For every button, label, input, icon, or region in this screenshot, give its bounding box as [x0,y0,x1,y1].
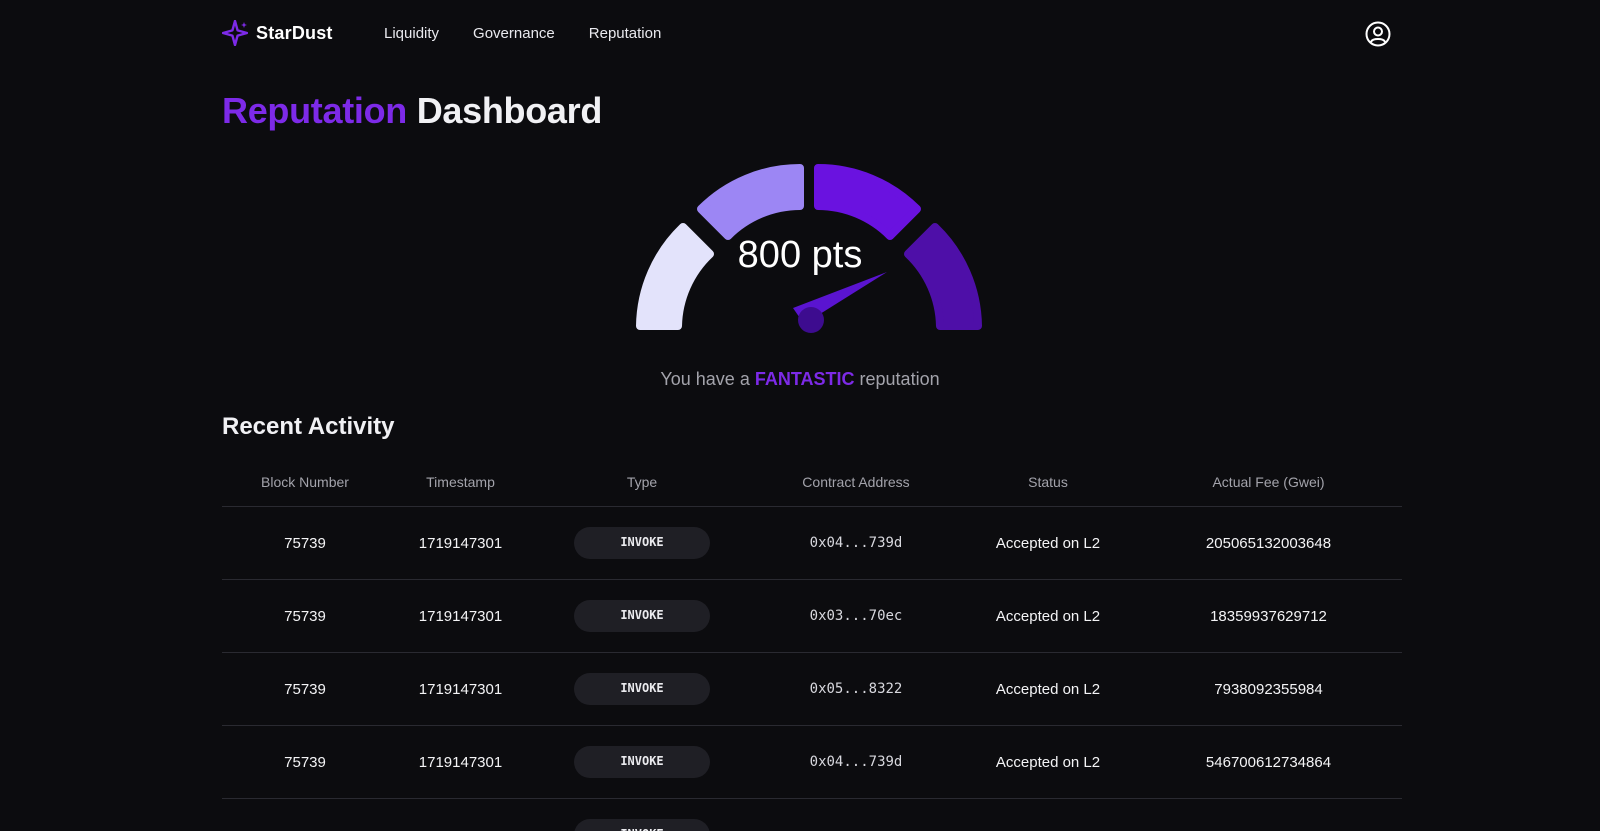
page-title-accent: Reputation [222,90,407,131]
cell-contract-address: 0x04...739d [809,754,903,770]
nav-link-liquidity[interactable]: Liquidity [384,25,439,42]
type-badge[interactable]: INVOKE [574,673,710,705]
caption-prefix: You have a [660,369,750,389]
nav-link-governance[interactable]: Governance [473,25,555,42]
cell-status: Accepted on L2 [995,753,1101,771]
cell-type: INVOKE [533,600,751,632]
column-header-contract-address: Contract Address [802,474,910,490]
caption-suffix: reputation [859,369,940,389]
cell-contract-address: 0x03...70ec [809,608,903,624]
cell-status: Accepted on L2 [995,534,1101,552]
cell-timestamp: 1719147301 [418,534,503,552]
cell-contract-address: 0x04...739d [809,535,903,551]
user-circle-icon [1365,21,1391,47]
cell-contract-address: 0x05...8322 [809,681,903,697]
cell-block-number: 75739 [284,607,326,625]
main-nav: Liquidity Governance Reputation [384,25,661,42]
activity-table: Block Number Timestamp Type Contract Add… [222,458,1402,831]
cell-block-number: 75739 [284,680,326,698]
cell-actual-fee: 546700612734864 [1205,753,1332,771]
column-header-block-number: Block Number [261,474,349,490]
column-header-actual-fee: Actual Fee (Gwei) [1212,474,1325,490]
top-nav-bar: StarDust Liquidity Governance Reputation [222,14,1392,52]
cell-block-number: 75739 [284,534,326,552]
account-button[interactable] [1364,20,1392,48]
reputation-caption: You have a FANTASTIC reputation [500,369,1100,390]
cell-status: Accepted on L2 [995,680,1101,698]
table-header-row: Block Number Timestamp Type Contract Add… [222,458,1402,507]
reputation-gauge: 800 pts [600,150,1000,350]
brand-logo-link[interactable]: StarDust [222,20,333,46]
gauge-needle-hub [798,307,824,333]
type-badge[interactable]: INVOKE [574,819,710,831]
column-header-timestamp: Timestamp [426,474,495,490]
cell-actual-fee: 205065132003648 [1205,534,1332,552]
type-badge[interactable]: INVOKE [574,746,710,778]
sparkle-icon [222,20,248,46]
column-header-type: Type [626,474,658,490]
brand-name: StarDust [256,22,333,43]
type-badge[interactable]: INVOKE [574,600,710,632]
type-badge[interactable]: INVOKE [574,527,710,559]
page-title-rest: Dashboard [416,90,603,131]
table-row[interactable]: INVOKE [222,799,1402,831]
cell-type: INVOKE [533,746,751,778]
recent-activity-title: Recent Activity [222,413,395,440]
nav-link-reputation[interactable]: Reputation [589,25,662,42]
cell-status: Accepted on L2 [995,607,1101,625]
reputation-page: StarDust Liquidity Governance Reputation… [0,0,1600,831]
gauge-segment-3 [814,164,921,240]
page-title: Reputation Dashboard [222,90,602,132]
cell-type: INVOKE [533,527,751,559]
reputation-level: FANTASTIC [754,369,855,389]
cell-type: INVOKE [533,673,751,705]
cell-timestamp: 1719147301 [418,680,503,698]
cell-actual-fee: 18359937629712 [1210,607,1327,625]
cell-timestamp: 1719147301 [418,753,503,771]
table-row[interactable]: 75739 1719147301 INVOKE 0x04...739d Acce… [222,507,1402,580]
table-row[interactable]: 75739 1719147301 INVOKE 0x04...739d Acce… [222,726,1402,799]
cell-timestamp: 1719147301 [418,607,503,625]
column-header-status: Status [1028,474,1068,490]
cell-type: INVOKE [533,819,751,831]
reputation-points: 800 pts [737,234,863,276]
gauge-segment-2 [697,164,804,240]
table-row[interactable]: 75739 1719147301 INVOKE 0x05...8322 Acce… [222,653,1402,726]
cell-block-number: 75739 [284,753,326,771]
cell-actual-fee: 7938092355984 [1214,680,1323,698]
table-row[interactable]: 75739 1719147301 INVOKE 0x03...70ec Acce… [222,580,1402,653]
